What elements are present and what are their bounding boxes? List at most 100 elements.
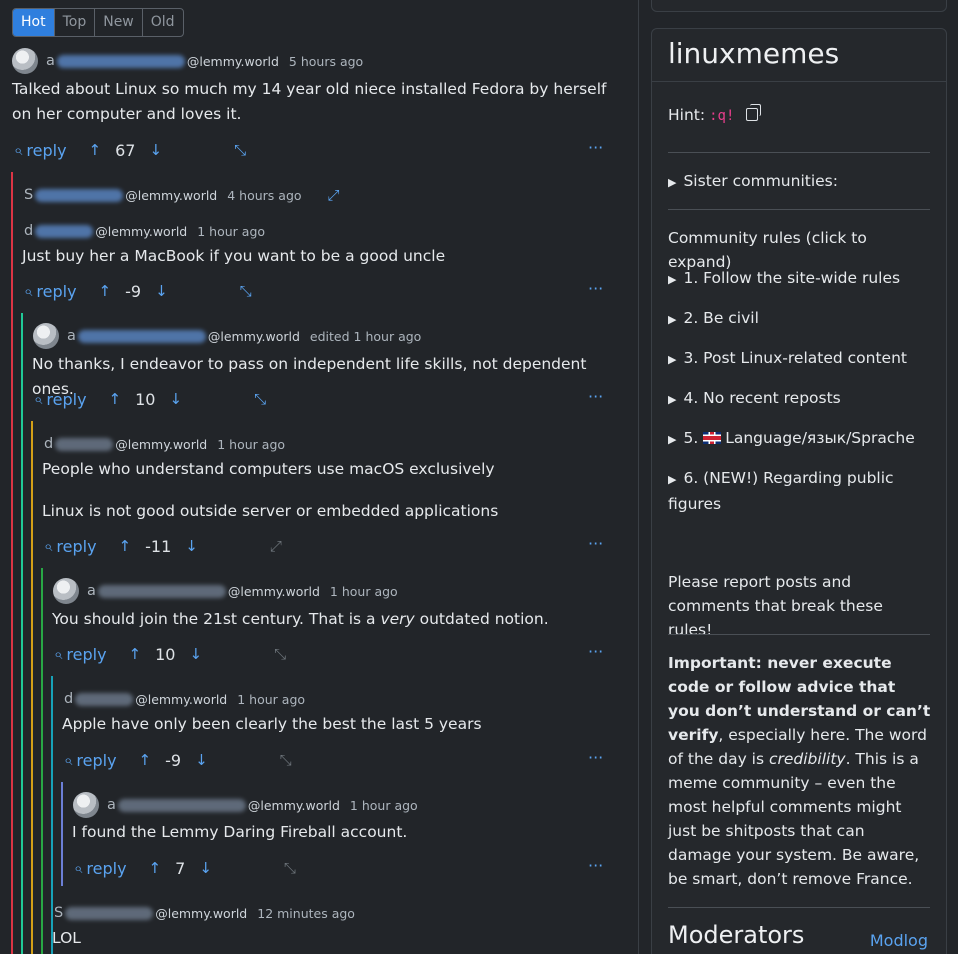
upvote-icon[interactable]: ↑	[99, 282, 112, 300]
modlog-link[interactable]: Modlog	[870, 931, 928, 950]
thread-line[interactable]	[61, 782, 63, 886]
username-redacted[interactable]	[75, 692, 134, 706]
rule-item[interactable]: ▶ 1. Follow the site-wide rules	[668, 266, 932, 292]
reply-label: reply	[66, 644, 107, 664]
username-redacted[interactable]	[35, 188, 124, 202]
thread-line[interactable]	[31, 421, 33, 954]
username-initial[interactable]: S	[24, 187, 33, 203]
collapse-icon[interactable]: ⤡	[254, 390, 266, 408]
user-domain[interactable]: @lemmy.world	[115, 437, 207, 452]
edited-label: edited	[309, 328, 350, 344]
downvote-icon[interactable]: ↓	[185, 537, 198, 555]
avatar[interactable]	[73, 792, 99, 818]
downvote-icon[interactable]: ↓	[189, 645, 202, 663]
username-redacted[interactable]	[55, 437, 114, 451]
username-redacted[interactable]	[35, 224, 94, 238]
username-initial[interactable]: a	[107, 797, 116, 813]
username-initial[interactable]: S	[54, 905, 63, 921]
rule-item[interactable]: ▶ 5. Language/язык/Sprache	[668, 426, 932, 452]
disclosure-triangle-icon: ▶	[668, 353, 677, 366]
text-segment: outdated notion.	[414, 610, 549, 628]
sort-tab-old[interactable]: Old	[141, 9, 183, 36]
comment-body: I found the Lemmy Daring Fireball accoun…	[72, 820, 632, 845]
username-initial[interactable]: d	[44, 436, 53, 452]
username-initial[interactable]: a	[67, 328, 76, 344]
upvote-icon[interactable]: ↑	[89, 141, 102, 159]
user-domain[interactable]: @lemmy.world	[125, 188, 217, 203]
rule-item[interactable]: ▶ 3. Post Linux-related content	[668, 346, 932, 372]
sort-tab-hot[interactable]: Hot	[13, 9, 54, 36]
rule-item[interactable]: ▶ 2. Be civil	[668, 306, 932, 332]
upvote-icon[interactable]: ↑	[109, 390, 122, 408]
thread-line[interactable]	[41, 568, 43, 954]
comment-actions: ⌕ reply ↑ 10 ↓ ⤡	[34, 387, 266, 411]
more-options-icon[interactable]: ···	[588, 279, 603, 298]
sister-communities-toggle[interactable]: ▶ Sister communities:	[668, 169, 932, 195]
more-options-icon[interactable]: ···	[588, 856, 603, 875]
user-domain[interactable]: @lemmy.world	[135, 692, 227, 707]
upvote-icon[interactable]: ↑	[119, 537, 132, 555]
more-options-icon[interactable]: ···	[588, 748, 603, 767]
sort-tab-new[interactable]: New	[94, 9, 142, 36]
avatar[interactable]	[53, 578, 79, 604]
user-domain[interactable]: @lemmy.world	[155, 906, 247, 921]
user-domain[interactable]: @lemmy.world	[248, 798, 340, 813]
username-redacted[interactable]	[77, 329, 206, 343]
more-options-icon[interactable]: ···	[588, 534, 603, 553]
username-redacted[interactable]	[56, 54, 185, 68]
downvote-icon[interactable]: ↓	[149, 141, 162, 159]
reply-button[interactable]: ⌕ reply	[24, 282, 77, 301]
reply-button[interactable]: ⌕ reply	[54, 645, 107, 664]
more-options-icon[interactable]: ···	[588, 387, 603, 406]
reply-icon: ⌕	[24, 282, 33, 300]
username-redacted[interactable]	[97, 584, 226, 598]
comment-meta: a @lemmy.world edited 1 hour ago	[33, 323, 422, 349]
thread-line[interactable]	[51, 676, 53, 954]
upvote-icon[interactable]: ↑	[139, 751, 152, 769]
username-initial[interactable]: a	[46, 53, 55, 69]
reply-button[interactable]: ⌕ reply	[74, 859, 127, 878]
rule-item[interactable]: ▶ 4. No recent reposts	[668, 386, 932, 412]
avatar[interactable]	[33, 323, 59, 349]
collapse-icon[interactable]: ⤡	[234, 141, 246, 159]
more-options-icon[interactable]: ···	[588, 138, 603, 157]
collapse-icon[interactable]: ⤡	[284, 859, 296, 877]
user-domain[interactable]: @lemmy.world	[208, 329, 300, 344]
comment-meta: d @lemmy.world 1 hour ago	[24, 220, 265, 242]
user-domain[interactable]: @lemmy.world	[187, 54, 279, 69]
community-title[interactable]: linuxmemes	[668, 37, 839, 70]
collapse-icon[interactable]: ⤡	[274, 645, 286, 663]
expand-icon[interactable]: ⤢	[270, 537, 282, 555]
username-initial[interactable]: a	[87, 583, 96, 599]
upvote-icon[interactable]: ↑	[149, 859, 162, 877]
collapse-icon[interactable]: ⤡	[280, 751, 292, 769]
copy-icon[interactable]	[746, 104, 762, 121]
downvote-icon[interactable]: ↓	[169, 390, 182, 408]
reply-button[interactable]: ⌕ reply	[44, 537, 97, 556]
downvote-icon[interactable]: ↓	[155, 282, 168, 300]
collapse-icon[interactable]: ⤡	[240, 282, 252, 300]
divider	[668, 152, 930, 153]
username-redacted[interactable]	[65, 906, 154, 920]
comment-time: 4 hours ago	[227, 187, 302, 203]
username-initial[interactable]: d	[64, 691, 73, 707]
reply-button[interactable]: ⌕ reply	[34, 390, 87, 409]
reply-label: reply	[86, 858, 127, 878]
thread-line[interactable]	[21, 313, 23, 954]
rule-item[interactable]: ▶ 6. (NEW!) Regarding public figures	[668, 466, 932, 516]
downvote-icon[interactable]: ↓	[199, 859, 212, 877]
upvote-icon[interactable]: ↑	[129, 645, 142, 663]
reply-button[interactable]: ⌕ reply	[64, 751, 117, 770]
downvote-icon[interactable]: ↓	[195, 751, 208, 769]
username-initial[interactable]: d	[24, 223, 33, 239]
username-redacted[interactable]	[117, 798, 246, 812]
user-domain[interactable]: @lemmy.world	[95, 224, 187, 239]
time-label: 1 hour ago	[353, 328, 422, 344]
sort-tab-top[interactable]: Top	[53, 9, 95, 36]
more-options-icon[interactable]: ···	[588, 642, 603, 661]
expand-icon[interactable]: ⤢	[328, 186, 340, 204]
avatar[interactable]	[12, 48, 38, 74]
thread-line[interactable]	[11, 172, 13, 954]
reply-button[interactable]: ⌕ reply	[14, 141, 67, 160]
user-domain[interactable]: @lemmy.world	[228, 584, 320, 599]
